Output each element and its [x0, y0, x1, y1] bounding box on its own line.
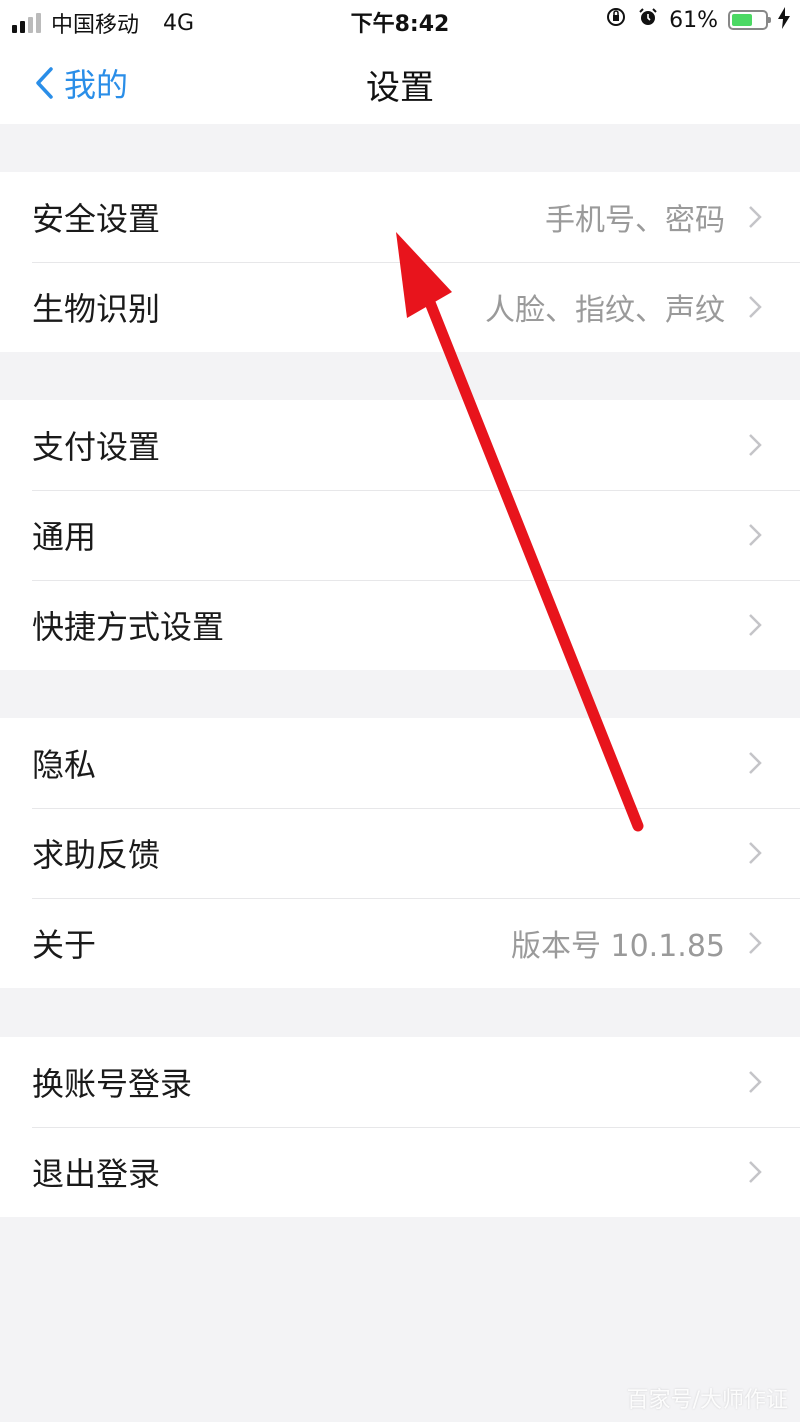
status-bar: 中国移动 4G 下午8:42 61%	[0, 0, 800, 42]
settings-row-general[interactable]: 通用	[0, 490, 800, 580]
settings-row-payment[interactable]: 支付设置	[0, 400, 800, 490]
settings-row-privacy[interactable]: 隐私	[0, 718, 800, 808]
orientation-lock-icon	[605, 6, 627, 34]
page-title: 设置	[366, 68, 434, 108]
settings-row-logout[interactable]: 退出登录	[0, 1127, 800, 1217]
chevron-right-icon	[749, 842, 762, 864]
settings-section-general: 支付设置 通用 快捷方式设置	[0, 400, 800, 670]
row-label: 求助反馈	[32, 836, 161, 874]
chevron-right-icon	[749, 206, 762, 228]
row-label: 关于	[32, 926, 97, 964]
row-label: 支付设置	[32, 428, 161, 466]
row-label: 隐私	[32, 746, 97, 784]
row-detail: 手机号、密码	[545, 203, 725, 238]
battery-percent: 61%	[669, 7, 718, 33]
status-right: 61%	[605, 6, 790, 34]
settings-row-security[interactable]: 安全设置 手机号、密码	[0, 172, 800, 262]
chevron-right-icon	[749, 296, 762, 318]
settings-section-info: 隐私 求助反馈 关于 版本号 10.1.85	[0, 718, 800, 988]
chevron-right-icon	[749, 524, 762, 546]
charging-bolt-icon	[778, 6, 790, 34]
row-label: 换账号登录	[32, 1065, 193, 1103]
settings-row-about[interactable]: 关于 版本号 10.1.85	[0, 898, 800, 988]
watermark: 百家号/大师作证	[626, 1388, 788, 1413]
chevron-right-icon	[749, 434, 762, 456]
version-detail: 版本号 10.1.85	[510, 929, 725, 964]
row-detail: 人脸、指纹、声纹	[485, 293, 725, 328]
settings-section-account: 安全设置 手机号、密码 生物识别 人脸、指纹、声纹	[0, 172, 800, 352]
row-label: 退出登录	[32, 1155, 161, 1193]
settings-row-feedback[interactable]: 求助反馈	[0, 808, 800, 898]
row-label: 快捷方式设置	[32, 608, 225, 646]
settings-row-biometrics[interactable]: 生物识别 人脸、指纹、声纹	[0, 262, 800, 352]
settings-section-login: 换账号登录 退出登录	[0, 1037, 800, 1217]
nav-bar: 我的 设置	[0, 42, 800, 124]
battery-icon	[728, 10, 771, 30]
settings-row-switch-account[interactable]: 换账号登录	[0, 1037, 800, 1127]
chevron-right-icon	[749, 752, 762, 774]
alarm-icon	[637, 6, 659, 34]
chevron-right-icon	[749, 932, 762, 954]
row-label: 安全设置	[32, 200, 161, 238]
row-label: 生物识别	[32, 290, 161, 328]
chevron-right-icon	[749, 1161, 762, 1183]
chevron-right-icon	[749, 1071, 762, 1093]
row-label: 通用	[32, 518, 97, 556]
chevron-right-icon	[749, 614, 762, 636]
settings-row-shortcuts[interactable]: 快捷方式设置	[0, 580, 800, 670]
